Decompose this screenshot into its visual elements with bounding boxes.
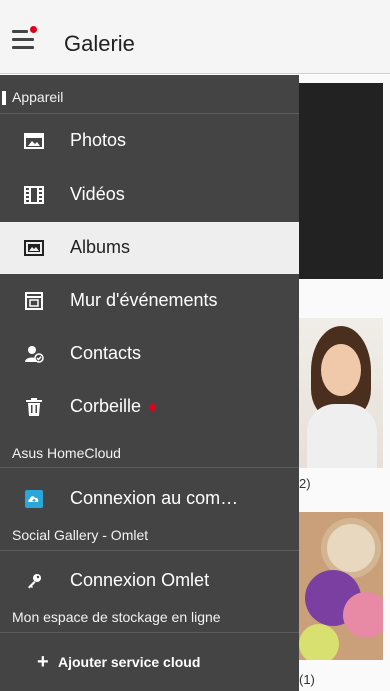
contacts-icon xyxy=(23,344,45,364)
event-wall-icon xyxy=(23,291,45,311)
drawer-item-omlet-login[interactable]: Connexion Omlet xyxy=(0,555,299,607)
app-bar: Galerie xyxy=(0,0,390,74)
section-header-cloud-storage: Mon espace de stockage en ligne xyxy=(0,609,299,633)
add-cloud-service-button[interactable]: + Ajouter service cloud xyxy=(0,637,299,689)
drawer-item-label: Photos xyxy=(70,130,127,150)
drawer-item-photos[interactable]: Photos xyxy=(0,115,299,167)
section-header-social-gallery: Social Gallery - Omlet xyxy=(0,527,299,551)
film-icon xyxy=(23,185,45,205)
key-icon xyxy=(23,571,45,591)
drawer-item-label: Connexion Omlet xyxy=(70,570,210,590)
drawer-item-label-text: Corbeille xyxy=(70,396,142,416)
drawer-item-label: Contacts xyxy=(70,343,142,363)
drawer-item-event-wall[interactable]: Mur d'événements xyxy=(0,275,299,327)
menu-button[interactable] xyxy=(12,26,37,52)
photo-shape xyxy=(343,592,383,638)
section-header-homecloud: Asus HomeCloud xyxy=(0,445,299,468)
photo-shape xyxy=(321,344,361,396)
drawer-item-homecloud-login[interactable]: Connexion au com… xyxy=(0,473,299,525)
drawer-item-trash[interactable]: Corbeille xyxy=(0,381,299,433)
album-count: 2) xyxy=(299,476,311,491)
drawer-item-albums[interactable]: Albums xyxy=(0,222,299,274)
photos-icon xyxy=(23,131,45,151)
notification-dot xyxy=(149,403,157,411)
drawer-item-contacts[interactable]: Contacts xyxy=(0,328,299,380)
photo-shape xyxy=(321,518,381,578)
albums-icon xyxy=(23,238,45,258)
cloud-icon xyxy=(23,489,45,509)
navigation-drawer: Appareil Photos Vidéos Albums Mur d'évén… xyxy=(0,75,299,691)
album-thumbnail[interactable] xyxy=(299,83,383,279)
trash-icon xyxy=(23,397,45,417)
drawer-item-label: Albums xyxy=(70,237,131,257)
section-header-device: Appareil xyxy=(0,89,299,114)
hamburger-bar xyxy=(12,46,34,49)
section-marker xyxy=(2,91,6,105)
page-title: Galerie xyxy=(64,31,135,56)
drawer-item-label: Corbeille xyxy=(70,396,157,417)
section-title: Asus HomeCloud xyxy=(12,445,121,461)
photo-shape xyxy=(307,404,377,468)
drawer-item-label: Vidéos xyxy=(70,184,125,204)
album-count: (1) xyxy=(299,672,315,687)
notification-dot xyxy=(30,26,37,33)
plus-icon: + xyxy=(37,651,49,673)
hamburger-icon xyxy=(12,30,28,33)
album-thumbnail[interactable] xyxy=(299,318,383,468)
hamburger-bar xyxy=(12,38,34,41)
drawer-item-videos[interactable]: Vidéos xyxy=(0,169,299,221)
drawer-item-label: Connexion au com… xyxy=(70,488,239,508)
section-title: Appareil xyxy=(12,89,64,105)
drawer-item-label: Mur d'événements xyxy=(70,290,218,310)
section-title: Social Gallery - Omlet xyxy=(12,527,149,543)
add-cloud-service-label: Ajouter service cloud xyxy=(58,654,201,670)
album-thumbnail[interactable] xyxy=(299,512,383,660)
section-title: Mon espace de stockage en ligne xyxy=(12,609,221,625)
photo-shape xyxy=(299,624,339,660)
